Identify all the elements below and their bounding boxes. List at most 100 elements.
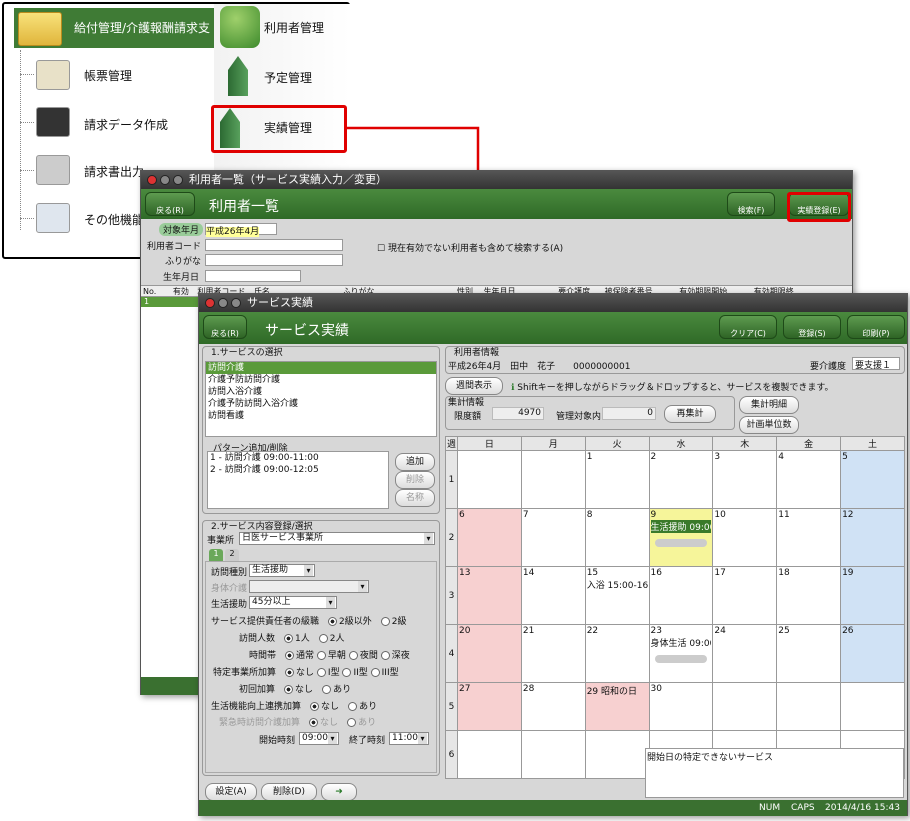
user-code-input[interactable]	[205, 239, 343, 251]
service-list[interactable]: 訪問介護 介護予防訪問介護 訪問入浴介護 介護予防訪問入浴介護 訪問看護	[205, 361, 437, 437]
end-time-select[interactable]: 11:00	[389, 732, 429, 745]
calendar-day-cell[interactable]: 15入浴 15:00-16:30	[584, 566, 650, 625]
list-item[interactable]: 訪問看護	[206, 410, 436, 422]
list-item[interactable]: 2 - 訪問介護 09:00-12:05	[210, 464, 388, 476]
calendar-day-cell[interactable]: 18	[776, 566, 842, 625]
calendar-day-cell[interactable]: 4	[776, 450, 842, 509]
radio-special-2[interactable]	[342, 668, 352, 677]
calendar-day-cell[interactable]: 11	[776, 508, 842, 567]
close-icon[interactable]	[147, 175, 157, 185]
list-item[interactable]: 訪問入浴介護	[206, 386, 436, 398]
back-button[interactable]: 戻る(R)	[203, 315, 247, 339]
list-item[interactable]: 訪問介護	[206, 362, 436, 374]
birthdate-input[interactable]	[205, 270, 301, 282]
save-button[interactable]: 登録(S)	[783, 315, 841, 339]
radio-time-0[interactable]	[285, 651, 295, 660]
maximize-icon[interactable]	[173, 175, 183, 185]
office-select[interactable]: 日医サービス事業所	[239, 532, 435, 545]
radio-provider-1[interactable]	[380, 617, 390, 626]
kana-input[interactable]	[205, 254, 343, 266]
calendar-event[interactable]: 生活援助 09:00	[650, 520, 712, 533]
maximize-icon[interactable]	[231, 298, 241, 308]
calendar-day-cell[interactable]: 30	[648, 682, 714, 731]
radio-time-2[interactable]	[348, 651, 358, 660]
undetermined-services-box[interactable]: 開始日の特定できないサービス	[645, 748, 904, 798]
calendar-day-cell[interactable]: 24	[712, 624, 778, 683]
include-inactive-checkbox[interactable]: ☐ 現在有効でない利用者も含めて検索する(A)	[377, 241, 563, 254]
calendar-day-cell[interactable]: 2	[648, 450, 714, 509]
radio-lifefunc-1[interactable]	[348, 702, 358, 711]
radio-first-0[interactable]	[284, 685, 294, 694]
add-pattern-button[interactable]: 追加	[395, 453, 435, 471]
start-time-select[interactable]: 09:00	[299, 732, 339, 745]
summary-detail-button[interactable]: 集計明細	[739, 396, 799, 414]
calendar-day-cell[interactable]: 8	[584, 508, 650, 567]
calendar-day-cell[interactable]: 23 身体生活 09:00	[648, 624, 714, 683]
calendar-day-cell[interactable]: 13	[457, 566, 522, 625]
radio-special-1[interactable]	[316, 668, 326, 677]
minimize-icon[interactable]	[218, 298, 228, 308]
calendar-day-cell[interactable]: 6	[457, 508, 522, 567]
calendar-day-cell[interactable]: 19	[840, 566, 905, 625]
radio-first-1[interactable]	[322, 685, 332, 694]
table-row[interactable]: 1	[141, 297, 201, 307]
calendar-day-cell[interactable]: 9 生活援助 09:00	[648, 508, 714, 567]
calendar-day-cell[interactable]: 7	[520, 508, 586, 567]
radio-special-3[interactable]	[370, 668, 380, 677]
calendar-day-cell[interactable]: 1	[584, 450, 650, 509]
close-icon[interactable]	[205, 298, 215, 308]
delete-button[interactable]: 削除(D)	[261, 783, 317, 801]
minimize-icon[interactable]	[160, 175, 170, 185]
list-item[interactable]: 1 - 訪問介護 09:00-11:00	[210, 452, 388, 464]
calendar-day-cell[interactable]: 16	[648, 566, 714, 625]
calendar-day-cell[interactable]: 25	[776, 624, 842, 683]
back-button[interactable]: 戻る(R)	[145, 192, 195, 216]
radio-lifefunc-0[interactable]	[310, 702, 320, 711]
calendar-day-cell[interactable]: 12	[840, 508, 905, 567]
visit-type-select[interactable]: 生活援助	[249, 564, 315, 577]
life-support-select[interactable]: 45分以上	[249, 596, 337, 609]
calendar-day-cell[interactable]: 28	[520, 682, 586, 731]
radio-people-0[interactable]	[284, 634, 294, 643]
calendar-day-cell[interactable]: 27	[457, 682, 522, 731]
calendar-day-cell[interactable]: 22	[584, 624, 650, 683]
calendar-day-cell[interactable]: 14	[520, 566, 586, 625]
recalc-button[interactable]: 再集計	[664, 405, 716, 423]
calendar-event[interactable]: 入浴 15:00-16:30	[587, 578, 648, 591]
print-button[interactable]: 印刷(P)	[847, 315, 905, 339]
radio-provider-0[interactable]	[328, 617, 338, 626]
calendar-day-cell[interactable]: 10	[712, 508, 778, 567]
tab-1[interactable]: 1	[209, 549, 223, 561]
body-care-select[interactable]	[249, 580, 369, 593]
radio-time-1[interactable]	[316, 651, 326, 660]
day-number: 15	[586, 568, 599, 578]
tab-2[interactable]: 2	[225, 549, 239, 561]
calendar-day-cell[interactable]: 21	[520, 624, 586, 683]
set-button[interactable]: 設定(A)	[205, 783, 257, 801]
delete-pattern-button[interactable]: 削除	[395, 471, 435, 489]
radio-emergency-1[interactable]	[347, 718, 357, 727]
radio-time-3[interactable]	[380, 651, 390, 660]
search-button[interactable]: 検索(F)	[727, 192, 775, 216]
radio-emergency-0[interactable]	[309, 718, 319, 727]
rename-pattern-button[interactable]: 名称	[395, 489, 435, 507]
calendar-event[interactable]: 身体生活 09:00	[651, 636, 712, 649]
calendar-day-cell[interactable]: 29 昭和の日	[584, 682, 650, 731]
event-scrollbar[interactable]	[654, 539, 708, 547]
calendar-day-cell[interactable]: 5	[840, 450, 905, 509]
radio-special-0[interactable]	[285, 668, 295, 677]
weekly-view-button[interactable]: 週間表示	[445, 377, 503, 395]
calendar-day-cell[interactable]: 26	[840, 624, 905, 683]
calendar-day-cell[interactable]: 3	[712, 450, 778, 509]
clear-button[interactable]: クリア(C)	[719, 315, 777, 339]
list-item[interactable]: 介護予防訪問入浴介護	[206, 398, 436, 410]
calendar-day-cell[interactable]: 17	[712, 566, 778, 625]
radio-people-1[interactable]	[318, 634, 328, 643]
event-scrollbar[interactable]	[654, 655, 708, 663]
plan-units-button[interactable]: 計画単位数	[739, 416, 799, 434]
next-arrow-button[interactable]: ➜	[321, 783, 357, 801]
calendar-day-cell[interactable]: 20	[457, 624, 522, 683]
pattern-list[interactable]: 1 - 訪問介護 09:00-11:00 2 - 訪問介護 09:00-12:0…	[207, 451, 389, 509]
list-item[interactable]: 介護予防訪問介護	[206, 374, 436, 386]
target-month-field[interactable]: 平成26年4月	[205, 223, 277, 237]
